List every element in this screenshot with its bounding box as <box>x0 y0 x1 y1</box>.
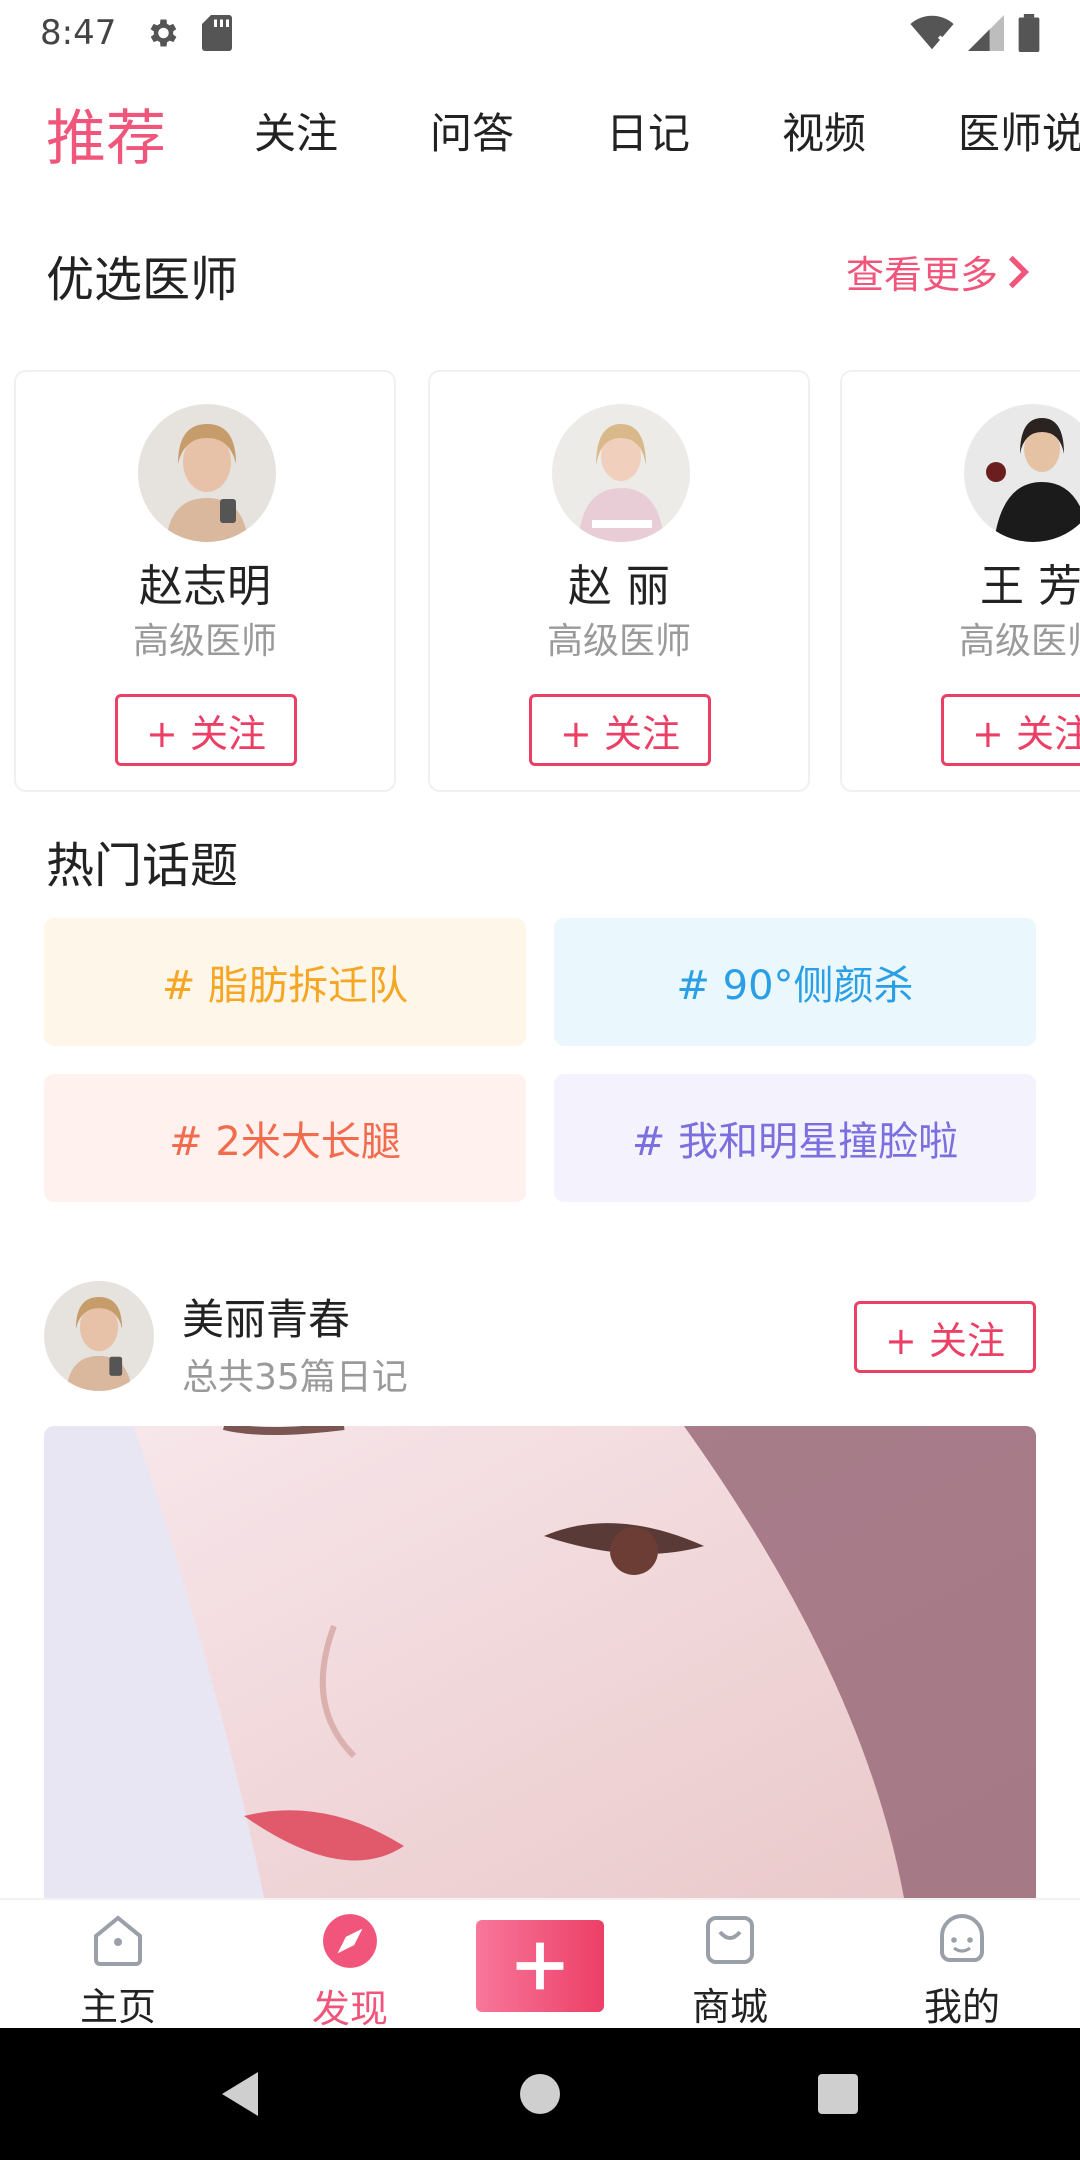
home-circle-icon[interactable] <box>520 2074 560 2114</box>
topic-chip[interactable]: # 脂肪拆迁队 <box>44 918 526 1046</box>
doctor-title: 高级医师 <box>958 621 1080 662</box>
nav-mall-label: 商城 <box>691 1985 768 2029</box>
tab-doctor-talk[interactable]: 医师说 <box>958 100 1080 161</box>
nav-discover[interactable]: 发现 <box>270 1900 430 2031</box>
status-time: 8:47 <box>40 13 117 53</box>
chevron-right-icon <box>1008 255 1030 288</box>
follow-button[interactable]: + 关注 <box>115 694 297 766</box>
nav-home-label: 主页 <box>79 1985 156 2029</box>
post-diary-count: 总共35篇日记 <box>182 1357 408 1398</box>
compass-icon <box>321 1912 379 1970</box>
topic-chip[interactable]: # 2米大长腿 <box>44 1074 526 1202</box>
doctor-card[interactable]: 赵 丽 高级医师 + 关注 <box>428 370 810 792</box>
tab-follow[interactable]: 关注 <box>254 100 338 161</box>
doctor-avatar <box>138 404 276 542</box>
doctor-title: 高级医师 <box>132 621 277 662</box>
see-more-label: 查看更多 <box>845 253 998 297</box>
follow-button[interactable]: + 关注 <box>941 694 1080 766</box>
post-image[interactable] <box>44 1426 1036 1898</box>
wifi-icon <box>910 15 954 50</box>
smile-face-icon <box>933 1912 991 1968</box>
battery-icon <box>1018 14 1040 52</box>
section-title-doctors: 优选医师 <box>46 252 239 308</box>
shopping-bag-icon <box>701 1912 759 1968</box>
plus-icon <box>516 1942 564 1990</box>
system-nav-bar <box>0 2028 1080 2160</box>
back-triangle-icon[interactable] <box>218 2070 262 2118</box>
nav-mine-label: 我的 <box>923 1985 1000 2029</box>
tab-recommend[interactable]: 推荐 <box>46 90 166 174</box>
tab-video[interactable]: 视频 <box>782 100 866 161</box>
section-title-topics: 热门话题 <box>46 838 239 894</box>
doctor-name: 赵志明 <box>139 561 271 612</box>
nav-mall[interactable]: 商城 <box>650 1900 810 2030</box>
post-author-name[interactable]: 美丽青春 <box>182 1286 350 1347</box>
home-icon <box>89 1912 147 1968</box>
doctor-card-list: 赵志明 高级医师 + 关注 赵 丽 高级医师 + 关注 王 芳 高级医师 + 关… <box>0 370 1080 795</box>
tab-diary[interactable]: 日记 <box>606 100 690 161</box>
doctor-card[interactable]: 赵志明 高级医师 + 关注 <box>14 370 396 792</box>
doctor-avatar <box>552 404 690 542</box>
signal-icon <box>968 15 1004 51</box>
topic-chip[interactable]: # 90°侧颜杀 <box>554 918 1036 1046</box>
status-bar: 8:47 <box>0 0 1080 66</box>
follow-button[interactable]: + 关注 <box>529 694 711 766</box>
topic-chip[interactable]: # 我和明星撞脸啦 <box>554 1074 1036 1202</box>
tab-qa[interactable]: 问答 <box>430 100 514 161</box>
nav-mine[interactable]: 我的 <box>882 1900 1042 2030</box>
top-tab-bar: 推荐 关注 问答 日记 视频 医师说 <box>0 84 1080 174</box>
doctor-card[interactable]: 王 芳 高级医师 + 关注 <box>840 370 1080 792</box>
sd-card-icon <box>202 15 233 51</box>
publish-button[interactable] <box>476 1920 604 2012</box>
bottom-nav-bar: 主页 发现 商城 我的 <box>0 1898 1080 2031</box>
see-more-link[interactable]: 查看更多 <box>846 244 1030 299</box>
settings-gear-icon <box>150 19 177 47</box>
post-author-avatar[interactable] <box>44 1281 154 1391</box>
recents-square-icon[interactable] <box>818 2074 858 2114</box>
doctor-title: 高级医师 <box>546 621 691 662</box>
doctor-avatar <box>964 404 1080 542</box>
doctor-name: 王 芳 <box>980 561 1080 612</box>
doctor-name: 赵 丽 <box>568 561 670 612</box>
nav-discover-label: 发现 <box>311 1987 388 2031</box>
post-follow-button[interactable]: + 关注 <box>854 1301 1036 1373</box>
nav-home[interactable]: 主页 <box>38 1900 198 2030</box>
